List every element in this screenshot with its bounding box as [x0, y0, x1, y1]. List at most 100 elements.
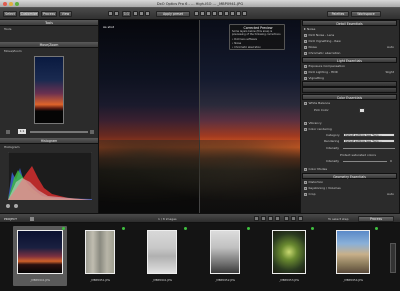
histogram-channel-icon[interactable]: [14, 204, 18, 208]
grid-tool-icon[interactable]: [236, 11, 241, 16]
thumb-label: _MBP0954.JPG: [342, 278, 364, 282]
processed-indicator: [247, 227, 250, 230]
tab-customize[interactable]: Customize: [19, 10, 39, 17]
preview-text: Some layers below (this area) is preview…: [232, 30, 281, 36]
light-subpanel-2: [302, 87, 397, 93]
histogram-option-icon[interactable]: [6, 204, 10, 208]
chromatic-aberration-item[interactable]: Chromatic aberration: [302, 50, 397, 56]
color-rendering-item[interactable]: Color rendering: [302, 126, 397, 132]
category-label: Category: [326, 133, 340, 137]
window-title: DxO Optics Pro 6 - … High-ISO … _MBP0941…: [156, 1, 244, 6]
thumb-image: [85, 230, 115, 274]
keystone-tool-icon[interactable]: [218, 11, 223, 16]
prev-image-icon[interactable]: [261, 216, 266, 221]
thumb-image: [210, 230, 240, 274]
picker-tool-icon[interactable]: [230, 11, 235, 16]
main-toolbar: Select Customize Process View 1:1 Apply …: [0, 8, 400, 20]
tools-sub-label: Tools: [4, 27, 12, 31]
tab-select[interactable]: Select: [3, 10, 17, 17]
color-modes-item[interactable]: Color Modes: [302, 166, 397, 172]
processed-indicator: [184, 227, 187, 230]
intensity-slider[interactable]: [343, 148, 395, 149]
foreground-trees: [99, 140, 300, 213]
red-eye-tool-icon[interactable]: [224, 11, 229, 16]
project-menu-icon[interactable]: [30, 217, 34, 221]
info-tool-icon[interactable]: [242, 11, 247, 16]
last-image-icon[interactable]: [275, 216, 280, 221]
thumb-label: _MBP0952.JPG: [214, 278, 236, 282]
rotate-left-icon[interactable]: [108, 11, 113, 16]
thumb-label: _MBP0953.JPG: [278, 278, 300, 282]
filmstrip-scroll-right[interactable]: [390, 243, 396, 273]
preview-bullet: • Noise: [232, 42, 242, 45]
thumb-image: [147, 230, 177, 274]
navigator-thumbnail[interactable]: [34, 56, 64, 124]
processed-indicator: [375, 227, 378, 230]
project-label: PROJECT: [4, 217, 17, 221]
left-panel: Tools Tools Move/Zoom Move/Zoom 1:1 Hist…: [0, 20, 99, 213]
thumb-image: [272, 230, 306, 274]
filmstrip-thumb[interactable]: _MBP0953.JPG: [262, 226, 316, 286]
title-bar: DxO Optics Pro 6 - … High-ISO … _MBP0941…: [0, 0, 400, 8]
apply-preset-button[interactable]: Apply preset: [156, 10, 190, 17]
tab-process[interactable]: Process: [41, 10, 57, 17]
corrected-preview-box: Corrected Preview Some layers below (thi…: [229, 24, 285, 50]
straighten-tool-icon[interactable]: [206, 11, 211, 16]
rotate-right-icon[interactable]: [114, 11, 119, 16]
rendering-label: Rendering: [324, 139, 340, 143]
protect-saturated-label: Protect saturated colors: [340, 153, 376, 157]
pick-color-item: Pick Color: [314, 108, 329, 112]
tools-palette-header[interactable]: Tools: [0, 20, 98, 26]
zoom-slider[interactable]: [30, 131, 88, 133]
intensity-label: Intensity: [326, 146, 340, 150]
processed-indicator: [311, 227, 314, 230]
to-process-label: To select step: [328, 217, 349, 221]
rendering-select[interactable]: Default settings (see "Sure …: [343, 139, 395, 143]
histogram-chart: [8, 152, 92, 200]
thumb-image: [17, 230, 63, 274]
preview-bullet: • Chromatic aberration: [232, 46, 261, 49]
first-image-icon[interactable]: [254, 216, 259, 221]
delete-icon[interactable]: [298, 216, 303, 221]
filter-icon[interactable]: [291, 216, 296, 221]
intensity2-value[interactable]: 0: [390, 159, 392, 163]
horizon-tool-icon[interactable]: [212, 11, 217, 16]
filmstrip-thumb[interactable]: _MBP0954.JPG: [326, 226, 380, 286]
white-balance-item[interactable]: White Balance: [302, 100, 397, 106]
histogram-palette-header[interactable]: Histogram: [0, 138, 98, 144]
hand-tool-icon[interactable]: [194, 11, 199, 16]
tab-view[interactable]: View: [59, 10, 72, 17]
filmstrip-thumb[interactable]: _MBP0941.JPG: [13, 226, 67, 286]
images-count: 1 / 8 images: [158, 217, 177, 221]
processed-indicator: [62, 227, 65, 230]
sort-icon[interactable]: [284, 216, 289, 221]
zoom-value-field[interactable]: 1:1: [18, 129, 26, 134]
thumb-label: _MBP0951.JPG: [89, 278, 111, 282]
category-select[interactable]: Default settings (see "Sure …: [343, 133, 395, 137]
filmstrip-thumb[interactable]: _MBP0951.JPG: [73, 226, 127, 286]
move-zoom-palette-header[interactable]: Move/Zoom: [0, 42, 98, 48]
compare-icon[interactable]: [139, 11, 144, 16]
zoom-out-icon[interactable]: [6, 130, 10, 134]
histogram-sub-label: Histogram: [4, 145, 20, 149]
filmstrip-thumb[interactable]: _MBP0941.JPG: [135, 226, 189, 286]
zoom-in-icon[interactable]: [90, 130, 94, 134]
intensity2-label: Intensity: [326, 159, 340, 163]
thumb-label: _MBP0941.JPG: [29, 278, 51, 282]
crop-tool-icon[interactable]: [200, 11, 205, 16]
crop-item[interactable]: Crop Auto: [302, 191, 397, 197]
eyedropper-icon[interactable]: [359, 108, 365, 113]
filmstrip: _MBP0941.JPG _MBP0951.JPG _MBP0941.JPG _…: [0, 223, 400, 291]
zoom-level[interactable]: 1:1: [122, 10, 131, 17]
intensity2-slider[interactable]: [343, 161, 387, 162]
process-button[interactable]: Process: [358, 215, 394, 222]
next-image-icon[interactable]: [268, 216, 273, 221]
project-bar: PROJECT 1 / 8 images To select step Proc…: [0, 213, 400, 223]
processed-indicator: [122, 227, 125, 230]
fit-icon[interactable]: [133, 11, 138, 16]
split-view-icon[interactable]: [145, 11, 150, 16]
image-viewer[interactable]: As shot Corrected Preview Some layers be…: [99, 20, 300, 213]
palettes-menu[interactable]: Palettes: [327, 10, 349, 17]
filmstrip-thumb[interactable]: _MBP0952.JPG: [198, 226, 252, 286]
workspace-menu[interactable]: Workspace: [351, 10, 381, 17]
